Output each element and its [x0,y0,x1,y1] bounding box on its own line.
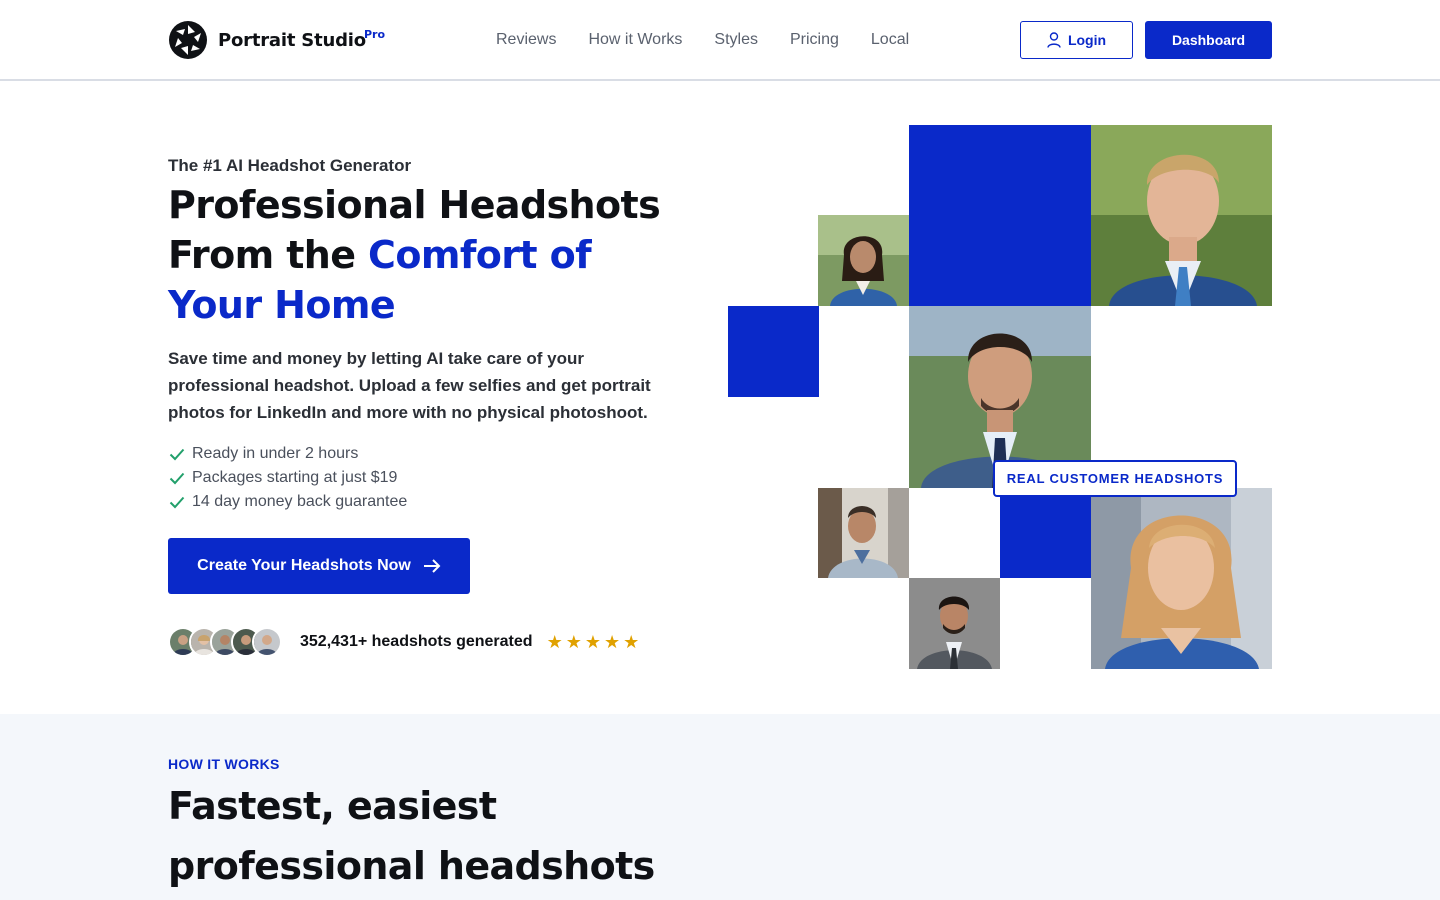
aperture-logo-icon [169,21,207,59]
mosaic-block [1000,488,1091,578]
nav-item-how-it-works[interactable]: How it Works [588,30,682,50]
login-button[interactable]: Login [1020,21,1133,59]
hero-description: Save time and money by letting AI take c… [168,349,651,422]
headshot-photo [818,215,909,306]
star-icon: ★ [603,631,621,653]
cta-label: Create Your Headshots Now [197,557,411,574]
nav-item-pricing[interactable]: Pricing [790,30,839,50]
brand-tier: Pro [364,28,386,41]
headshot-photo [909,578,1000,669]
avatar [252,627,282,657]
mosaic-block [909,125,1091,306]
rating-stars: ★ ★ ★ ★ ★ [547,632,640,653]
checklist-text: Ready in under 2 hours [192,445,359,462]
mosaic-block [728,306,819,397]
check-icon [169,472,185,485]
check-icon [169,496,185,509]
hero-title: Professional Headshots From the Comfort … [168,180,688,330]
create-headshots-button[interactable]: Create Your Headshots Now [168,538,470,594]
star-icon: ★ [565,631,582,653]
checklist-item: 14 day money back guarantee [168,490,407,514]
headshot-photo [818,488,909,578]
brand-name: Portrait Studio [218,29,366,51]
star-icon: ★ [584,631,601,653]
headshot-photo [1091,125,1272,306]
brand-logo[interactable]: Portrait Studio Pro [168,19,385,61]
checklist-text: 14 day money back guarantee [192,493,408,510]
customer-avatars [168,627,282,657]
how-title: Fastest, easiest professional headshots [168,784,655,888]
hero-eyebrow: The #1 AI Headshot Generator [168,156,412,175]
how-eyebrow: HOW IT WORKS [168,756,280,772]
user-icon [1047,32,1061,48]
nav-item-local[interactable]: Local [871,30,909,50]
main-nav: Reviews How it Works Styles Pricing Loca… [496,30,941,50]
headshot-mosaic [728,125,1272,669]
nav-item-reviews[interactable]: Reviews [496,30,556,50]
arrow-right-icon [423,559,441,573]
real-customer-badge: REAL CUSTOMER HEADSHOTS [993,460,1237,497]
star-icon: ★ [546,631,563,653]
social-proof: 352,431+ headshots generated ★ ★ ★ ★ ★ [168,626,639,658]
login-label: Login [1067,32,1107,48]
how-it-works-section: HOW IT WORKS Fastest, easiest profession… [0,714,1440,900]
headshot-photo [1091,488,1272,669]
checklist-item: Packages starting at just $19 [168,466,407,490]
nav-item-styles[interactable]: Styles [714,30,758,50]
feature-checklist: Ready in under 2 hours Packages starting… [168,442,407,514]
checklist-text: Packages starting at just $19 [192,469,398,486]
site-header: Portrait Studio Pro Reviews How it Works… [0,0,1440,81]
star-icon: ★ [623,631,640,653]
headshots-count: 352,431+ headshots generated [300,633,533,650]
dashboard-label: Dashboard [1171,32,1246,48]
dashboard-button[interactable]: Dashboard [1145,21,1272,59]
check-icon [169,448,185,461]
checklist-item: Ready in under 2 hours [168,442,407,466]
